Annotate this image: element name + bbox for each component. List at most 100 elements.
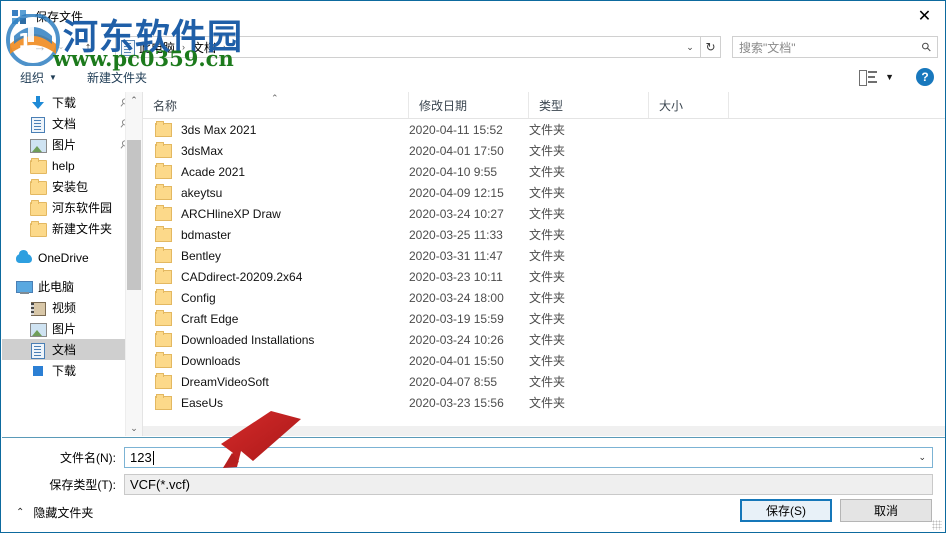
sidebar-scrollbar[interactable]: ⌃ ⌄ (125, 92, 142, 436)
column-header-size[interactable]: 大小 (649, 92, 729, 118)
file-name-cell: Config (143, 288, 409, 305)
sidebar-item-label: help (52, 158, 75, 173)
table-row[interactable]: ARCHlineXP Draw 2020-03-24 10:27 文件夹 (143, 203, 945, 224)
document-icon (30, 116, 46, 133)
onedrive-icon (16, 249, 32, 266)
sidebar-item-视频[interactable]: 视频 (2, 297, 142, 318)
file-type-cell: 文件夹 (529, 123, 566, 137)
table-row[interactable]: DreamVideoSoft 2020-04-07 8:55 文件夹 (143, 371, 945, 392)
picture-icon (30, 321, 47, 337)
breadcrumb-item-0[interactable]: 此电脑 (135, 39, 179, 56)
table-row[interactable]: Downloads 2020-04-01 15:50 文件夹 (143, 350, 945, 371)
toolbar: 组织 ▼ 新建文件夹 ▼ ? (2, 63, 945, 91)
navigation-bar: ← → ⌄ ↑ 此电脑 › 文档 › ⌄ ↻ 搜索"文档" ⚲ (1, 32, 945, 61)
sidebar-item-图片[interactable]: 图片 ⚲ (2, 134, 142, 155)
sidebar-item-OneDrive[interactable]: OneDrive (2, 247, 142, 268)
file-name-cell: 3dsMax (143, 141, 409, 158)
file-list-pane: 名称 ⌃ 修改日期 类型 大小 3ds Max 2021 2020-04-11 1… (143, 92, 945, 436)
sidebar-item-新建文件夹[interactable]: 新建文件夹 (2, 218, 142, 239)
scroll-up-icon[interactable]: ⌃ (126, 92, 142, 108)
folder-icon (155, 183, 172, 200)
search-icon: ⚲ (918, 38, 935, 56)
sidebar-item-文档[interactable]: 文档 (2, 339, 142, 360)
new-folder-button[interactable]: 新建文件夹 (87, 69, 147, 86)
refresh-icon[interactable]: ↻ (701, 36, 721, 58)
file-name-label: Downloaded Installations (181, 332, 315, 347)
address-dropdown-icon[interactable]: ⌄ (680, 42, 700, 53)
table-row[interactable]: Downloaded Installations 2020-03-24 10:26… (143, 329, 945, 350)
sidebar-item-label: 下载 (52, 364, 77, 378)
folder-icon (155, 372, 172, 389)
file-type-cell: 文件夹 (529, 354, 566, 368)
help-icon[interactable]: ? (916, 68, 934, 86)
filename-dropdown-icon[interactable]: ⌄ (918, 452, 926, 463)
file-name-cell: Downloaded Installations (143, 330, 409, 347)
resize-grip[interactable] (932, 520, 942, 530)
filetype-select[interactable]: VCF(*.vcf) (124, 474, 933, 495)
filename-input[interactable]: 123 ⌄ (124, 447, 933, 468)
table-row[interactable]: Bentley 2020-03-31 11:47 文件夹 (143, 245, 945, 266)
table-row[interactable]: Craft Edge 2020-03-19 15:59 文件夹 (143, 308, 945, 329)
save-button[interactable]: 保存(S) (740, 499, 832, 522)
sidebar-item-图片[interactable]: 图片 (2, 318, 142, 339)
file-name-label: Downloads (181, 353, 241, 368)
file-name-label: ARCHlineXP Draw (181, 206, 281, 221)
file-name-label: bdmaster (181, 227, 232, 242)
file-name-label: Config (181, 290, 216, 305)
file-date-cell: 2020-04-01 17:50 (409, 143, 504, 158)
sidebar-item-此电脑[interactable]: 此电脑 (2, 276, 142, 297)
table-row[interactable]: CADdirect-20209.2x64 2020-03-23 10:11 文件夹 (143, 266, 945, 287)
address-bar[interactable]: 此电脑 › 文档 › ⌄ (115, 36, 701, 58)
scroll-down-icon[interactable]: ⌄ (126, 420, 142, 436)
sidebar-list: 下载 ⚲ 文档 ⚲ 图片 ⚲ help 安装包河东软件园新建文件夹 OneDrive 此电脑视频图… (2, 92, 142, 381)
folder-icon (30, 157, 47, 174)
file-date-cell: 2020-03-23 15:56 (409, 395, 504, 410)
sidebar-item-安装包[interactable]: 安装包 (2, 176, 142, 197)
sidebar-item-label: 视频 (52, 301, 77, 315)
file-type-cell: 文件夹 (529, 270, 566, 284)
save-file-dialog: 保存文件 ✕ ← → ⌄ ↑ 此电脑 › 文档 › ⌄ ↻ 搜索"文档" ⚲ 组… (0, 0, 946, 533)
sidebar-item-下载[interactable]: 下载 (2, 360, 142, 381)
file-date-cell: 2020-03-24 18:00 (409, 290, 504, 305)
column-header-type[interactable]: 类型 (529, 92, 649, 118)
pc-icon (16, 279, 33, 295)
sidebar-item-label: OneDrive (38, 250, 89, 265)
forward-arrow-icon[interactable]: → (27, 34, 53, 60)
search-box[interactable]: 搜索"文档" ⚲ (732, 36, 938, 58)
column-header-name[interactable]: 名称 ⌃ (143, 92, 409, 118)
table-row[interactable]: akeytsu 2020-04-09 12:15 文件夹 (143, 182, 945, 203)
cancel-button[interactable]: 取消 (840, 499, 932, 522)
scrollbar-thumb[interactable] (127, 140, 141, 290)
filetype-value: VCF(*.vcf) (130, 477, 190, 492)
file-type-cell: 文件夹 (529, 144, 566, 158)
file-name-cell: Bentley (143, 246, 409, 263)
sidebar-item-label: 河东软件园 (52, 201, 113, 215)
search-input[interactable]: 搜索"文档" (739, 39, 796, 56)
view-mode-icon[interactable] (859, 70, 878, 86)
picture-icon (30, 137, 47, 153)
close-icon[interactable]: ✕ (902, 1, 945, 30)
view-dropdown-icon[interactable]: ▼ (885, 72, 894, 82)
dropdown-history-icon[interactable]: ⌄ (53, 34, 69, 60)
table-row[interactable]: Acade 2021 2020-04-10 9:55 文件夹 (143, 161, 945, 182)
sidebar-item-文档[interactable]: 文档 ⚲ (2, 113, 142, 134)
organize-button[interactable]: 组织 ▼ (20, 69, 57, 86)
sidebar-item-help[interactable]: help (2, 155, 142, 176)
file-type-cell: 文件夹 (529, 291, 566, 305)
sidebar-item-河东软件园[interactable]: 河东软件园 (2, 197, 142, 218)
table-row[interactable]: 3ds Max 2021 2020-04-11 15:52 文件夹 (143, 119, 945, 140)
column-header-date[interactable]: 修改日期 (409, 92, 529, 118)
window-title: 保存文件 (35, 9, 84, 24)
sidebar-item-label: 新建文件夹 (52, 222, 113, 236)
back-arrow-icon[interactable]: ← (1, 34, 27, 60)
sidebar-item-下载[interactable]: 下载 ⚲ (2, 92, 142, 113)
breadcrumb-item-1[interactable]: 文档 (188, 39, 220, 56)
up-arrow-icon[interactable]: ↑ (75, 34, 101, 60)
table-row[interactable]: Config 2020-03-24 18:00 文件夹 (143, 287, 945, 308)
table-row[interactable]: EaseUs 2020-03-23 15:56 文件夹 (143, 392, 945, 413)
table-row[interactable]: bdmaster 2020-03-25 11:33 文件夹 (143, 224, 945, 245)
hide-folders-toggle[interactable]: ⌃ 隐藏文件夹 (16, 504, 93, 521)
sort-ascending-icon: ⌃ (271, 93, 279, 103)
table-row[interactable]: 3dsMax 2020-04-01 17:50 文件夹 (143, 140, 945, 161)
file-date-cell: 2020-03-24 10:27 (409, 206, 504, 221)
